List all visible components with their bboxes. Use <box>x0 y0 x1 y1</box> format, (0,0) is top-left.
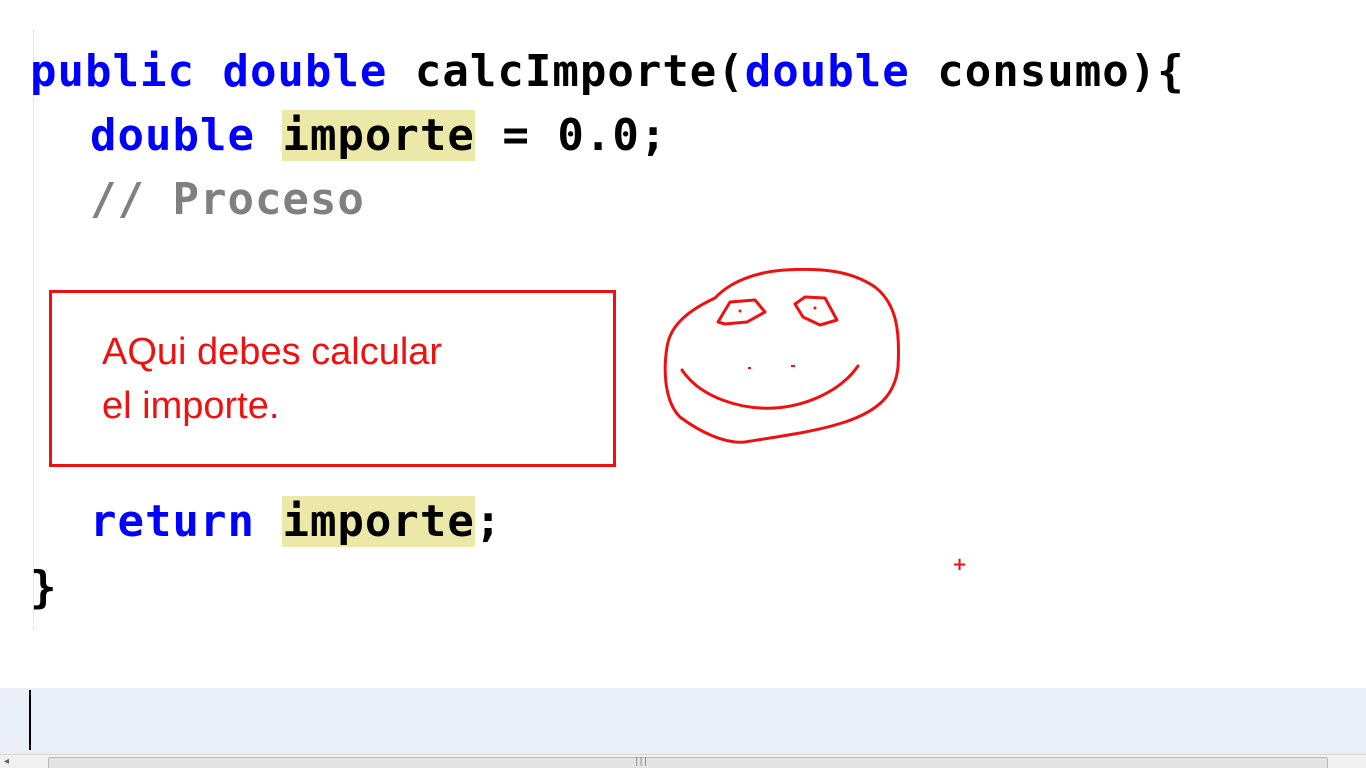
smiley-mouth <box>680 364 860 410</box>
variable-importe-return-highlighted: importe <box>282 496 475 547</box>
smiley-face-drawing <box>663 267 900 444</box>
assignment: = 0.0; <box>502 110 668 161</box>
keyword-public: public <box>30 46 195 97</box>
crosshair-cursor-icon: + <box>952 554 968 575</box>
code-line-declaration[interactable]: double importe = 0.0; <box>30 104 667 168</box>
horizontal-scrollbar[interactable]: ◂ ||| <box>0 754 1366 768</box>
code-line-comment[interactable]: // Proceso <box>30 168 365 232</box>
current-line-highlight[interactable] <box>0 688 1366 754</box>
keyword-double-param: double <box>744 46 910 97</box>
semicolon: ; <box>474 496 503 547</box>
smiley-left-pupil <box>738 309 742 313</box>
method-name: calcImporte( <box>414 46 745 97</box>
scrollbar-grip-icon: ||| <box>634 757 648 767</box>
annotation-text: AQui debes calcular el importe. <box>102 331 443 427</box>
smiley-left-eye <box>716 298 767 326</box>
code-line-closing-brace[interactable]: } <box>30 556 58 620</box>
text-caret <box>29 690 31 750</box>
smiley-right-eye <box>793 295 839 327</box>
keyword-double-local: double <box>90 110 255 161</box>
code-editor[interactable]: public double calcImporte(double consumo… <box>0 0 1366 768</box>
smiley-right-pupil <box>813 306 817 310</box>
scroll-left-arrow-icon[interactable]: ◂ <box>4 756 9 767</box>
smiley-nose-dots <box>748 365 795 369</box>
scrollbar-thumb[interactable] <box>48 757 1328 768</box>
keyword-return: return <box>90 496 255 547</box>
comment-proceso: // Proceso <box>90 174 365 225</box>
param-name: consumo){ <box>937 46 1185 97</box>
code-line-return[interactable]: return importe; <box>30 490 502 554</box>
closing-brace: } <box>30 562 58 613</box>
variable-importe-highlighted: importe <box>282 110 475 161</box>
annotation-box: AQui debes calcular el importe. <box>49 290 616 467</box>
smiley-head-outline <box>663 267 900 444</box>
code-line-method-signature[interactable]: public double calcImporte(double consumo… <box>30 40 1185 104</box>
keyword-double-return-type: double <box>222 46 388 97</box>
